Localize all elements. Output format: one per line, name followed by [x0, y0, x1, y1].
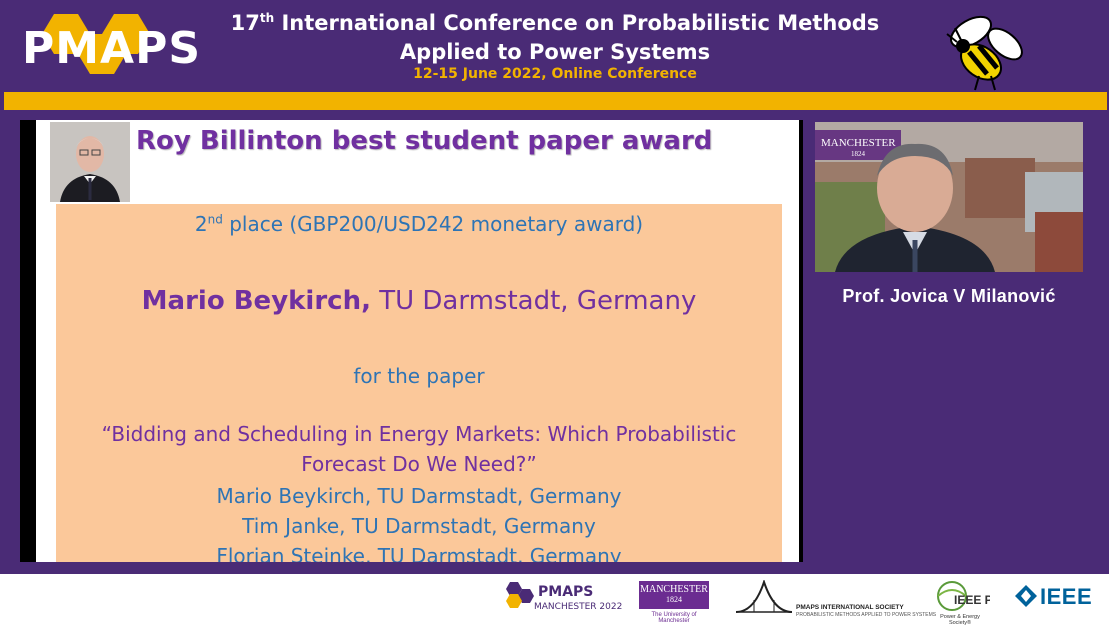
author-1: Mario Beykirch, TU Darmstadt, Germany	[216, 484, 622, 508]
ieee-logo-text: IEEE	[1040, 584, 1093, 609]
title-line1: International Conference on Probabilisti…	[274, 11, 880, 35]
place-suffix: nd	[207, 212, 223, 227]
roy-billinton-portrait-icon	[50, 122, 130, 202]
award-details-box: 2nd place (GBP200/USD242 monetary award)…	[56, 204, 782, 562]
author-3: Florian Steinke, TU Darmstadt, Germany	[216, 544, 622, 562]
footer-pmaps-society-logo: PMAPS INTERNATIONAL SOCIETY PROBABILISTI…	[734, 578, 936, 620]
award-place: 2nd place (GBP200/USD242 monetary award)	[56, 212, 782, 236]
speaker-video-frame-icon: MANCHESTER 1824	[815, 122, 1083, 272]
ieee-diamond-icon	[1015, 585, 1037, 607]
winner-affiliation: TU Darmstadt, Germany	[370, 286, 697, 316]
for-paper-label: for the paper	[353, 364, 485, 388]
speaker-video: MANCHESTER 1824	[815, 122, 1083, 272]
header-accent-bar	[4, 92, 1107, 110]
title-line2: Applied to Power Systems	[399, 40, 711, 64]
footer-pmaps-text: PMAPS	[538, 584, 594, 600]
speaker-name: Prof. Jovica V Milanović	[842, 286, 1056, 306]
title-ordinal-suffix: th	[259, 11, 275, 25]
footer-ieee-logo: IEEE	[1014, 584, 1104, 610]
conference-dates: 12-15 June 2022, Online Conference	[413, 66, 697, 82]
society-subtext: PROBABILISTIC METHODS APPLIED TO POWER S…	[796, 612, 937, 618]
conference-title: 17th International Conference on Probabi…	[215, 4, 895, 67]
place-description: place (GBP200/USD242 monetary award)	[222, 212, 644, 236]
footer-ieee-pes-logo: IEEE PES Power & Energy Society®	[930, 578, 1009, 626]
video-overlay-year: 1824	[851, 150, 866, 158]
footer-pmaps-subtext: MANCHESTER 2022	[534, 602, 623, 612]
manchester-logo-text: MANCHESTER	[640, 584, 708, 595]
pes-logo-text: IEEE PES	[954, 593, 990, 607]
author-2: Tim Janke, TU Darmstadt, Germany	[242, 514, 596, 538]
slide-content: Roy Billinton best student paper award 2…	[36, 120, 799, 562]
conference-header: PMAPS 17th International Conference on P…	[0, 0, 1109, 92]
footer-pmaps-logo: PMAPS MANCHESTER 2022	[504, 580, 624, 620]
title-ordinal: 17	[230, 11, 260, 35]
society-name: PMAPS INTERNATIONAL SOCIETY	[796, 604, 904, 611]
pmaps-hexagon-small-icon	[506, 582, 534, 608]
presentation-slide: Roy Billinton best student paper award 2…	[20, 120, 803, 562]
winner-name: Mario Beykirch,	[141, 286, 371, 316]
paper-title-line2: Forecast Do We Need?”	[301, 452, 537, 476]
award-title: Roy Billinton best student paper award	[136, 126, 713, 156]
sponsor-footer: PMAPS MANCHESTER 2022 MANCHESTER 1824 Th…	[0, 574, 1109, 634]
place-number: 2	[194, 212, 208, 236]
manchester-logo-year: 1824	[666, 595, 682, 604]
winner-line: Mario Beykirch, TU Darmstadt, Germany	[56, 286, 782, 316]
manchester-bee-icon	[946, 15, 1023, 91]
pes-subtext: Power & Energy Society®	[940, 614, 980, 626]
manchester-logo-subtext: The University of Manchester	[651, 612, 697, 624]
ieee-pes-globe-icon: IEEE PES	[937, 581, 1009, 611]
pmaps-society-curve-icon	[735, 578, 793, 613]
video-overlay-text: MANCHESTER	[821, 137, 896, 149]
pmaps-logo-text: PMAPS	[22, 23, 202, 74]
paper-title-line1: “Bidding and Scheduling in Energy Market…	[101, 422, 737, 446]
footer-manchester-logo: MANCHESTER 1824	[639, 581, 709, 609]
